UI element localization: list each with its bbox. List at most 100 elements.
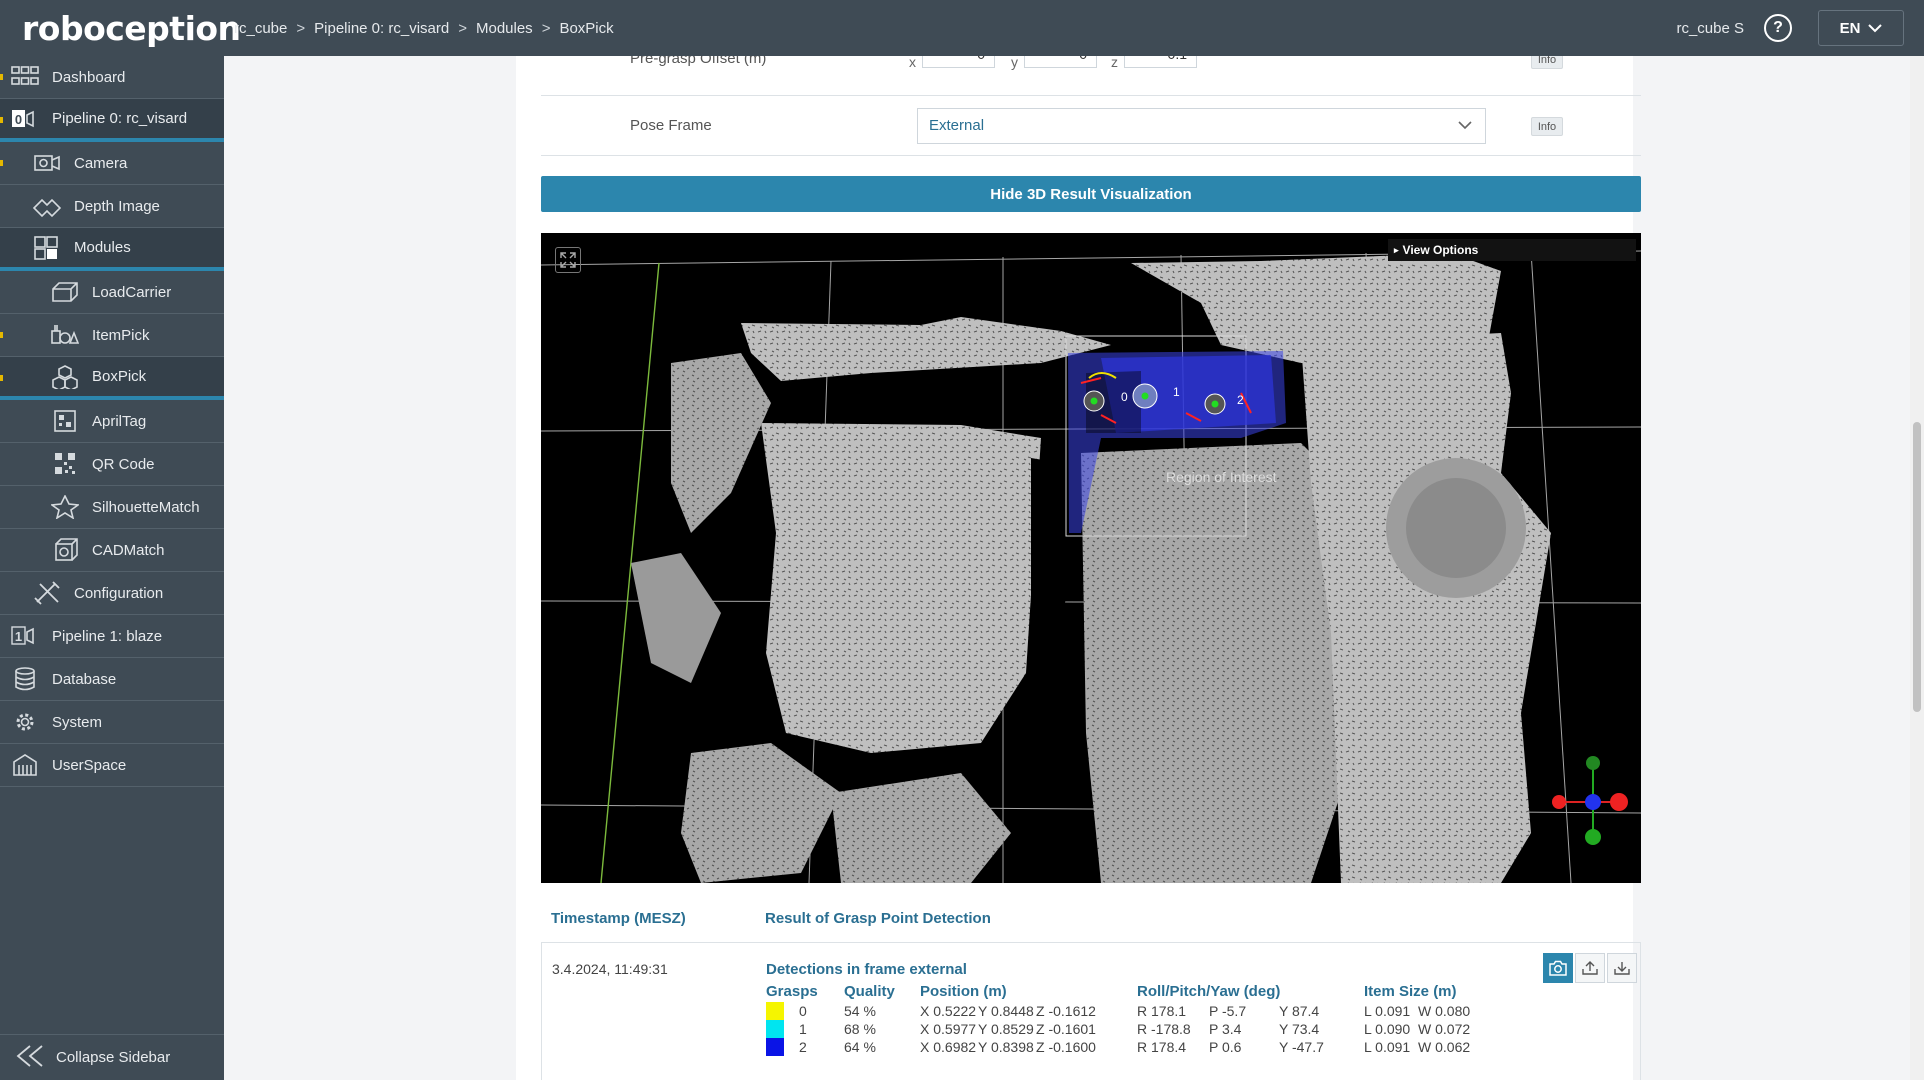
upload-button[interactable]	[1575, 953, 1605, 983]
hide-3d-visualization-button[interactable]: Hide 3D Result Visualization	[541, 176, 1641, 212]
breadcrumb-modules[interactable]: Modules	[476, 20, 533, 37]
breadcrumb-separator: >	[541, 19, 551, 37]
help-icon[interactable]: ?	[1764, 14, 1792, 42]
sidebar: Dashboard 0 Pipeline 0: rc_visard Camera…	[0, 56, 224, 1080]
x-label: x	[909, 56, 916, 70]
sidebar-item-loadcarrier[interactable]: LoadCarrier	[0, 271, 224, 314]
timestamp-header: Timestamp (MESZ)	[551, 910, 686, 927]
modules-icon	[32, 235, 62, 261]
grasp-label-0: 0	[1121, 390, 1128, 404]
top-bar: roboception rc_cube > Pipeline 0: rc_vis…	[0, 0, 1924, 56]
language-select[interactable]: EN	[1818, 10, 1904, 46]
col-item-size: Item Size (m)	[1364, 983, 1457, 1000]
chevron-down-icon	[1868, 23, 1883, 32]
boxpick-icon	[50, 364, 80, 390]
apriltag-icon	[50, 408, 80, 434]
download-button[interactable]	[1607, 953, 1637, 983]
sidebar-item-label: BoxPick	[92, 368, 147, 385]
svg-text:1: 1	[15, 629, 22, 644]
yaw: Y 73.4	[1279, 1021, 1320, 1037]
pregrasp-info-button[interactable]: Info	[1531, 56, 1563, 69]
item-width: W 0.072	[1418, 1021, 1471, 1037]
system-gear-icon	[10, 709, 40, 735]
item-width: W 0.062	[1418, 1039, 1471, 1055]
grasp-color-swatch	[766, 1002, 784, 1020]
grasp-id: 1	[799, 1021, 807, 1037]
sidebar-item-configuration[interactable]: Configuration	[0, 572, 224, 615]
sidebar-item-label: Pipeline 0: rc_visard	[52, 110, 188, 127]
view-options-toggle[interactable]: ▸ View Options	[1388, 239, 1636, 261]
sidebar-item-label: SilhouetteMatch	[92, 498, 200, 516]
col-quality: Quality	[844, 983, 895, 1000]
pose-frame-info-button[interactable]: Info	[1531, 117, 1563, 136]
sidebar-item-label: Database	[52, 670, 117, 688]
sidebar-item-boxpick[interactable]: BoxPick	[0, 357, 224, 400]
pitch: P -5.7	[1209, 1003, 1247, 1019]
grasp-color-swatch	[766, 1038, 784, 1056]
pose-frame-value: External	[929, 117, 985, 134]
breadcrumb-pipeline-0[interactable]: Pipeline 0: rc_visard	[314, 20, 449, 37]
status-marker	[0, 117, 3, 123]
item-length: L 0.091	[1364, 1003, 1411, 1019]
pregrasp-x-input[interactable]: 0	[922, 56, 995, 68]
position-x: X 0.6982	[920, 1039, 977, 1055]
sidebar-item-modules[interactable]: Modules	[0, 228, 224, 271]
breadcrumb-rc-cube[interactable]: rc_cube	[234, 20, 287, 37]
sidebar-item-camera[interactable]: Camera	[0, 142, 224, 185]
pregrasp-z-input[interactable]: -0.1	[1124, 56, 1197, 68]
status-marker	[0, 160, 3, 166]
sidebar-item-label: QR Code	[92, 455, 155, 473]
sidebar-item-dashboard[interactable]: Dashboard	[0, 56, 224, 99]
userspace-icon	[10, 752, 40, 778]
collapse-sidebar-button[interactable]: Collapse Sidebar	[0, 1034, 224, 1080]
position-z: Z -0.1600	[1036, 1039, 1096, 1055]
sidebar-item-pipeline-0[interactable]: 0 Pipeline 0: rc_visard	[0, 99, 224, 142]
grasp-quality: 68 %	[844, 1021, 876, 1037]
capture-camera-button[interactable]	[1543, 953, 1573, 983]
z-label: z	[1111, 56, 1118, 70]
sidebar-item-userspace[interactable]: UserSpace	[0, 744, 224, 787]
svg-text:0: 0	[15, 112, 22, 127]
silhouettematch-icon	[50, 494, 80, 520]
sidebar-item-label: CADMatch	[92, 541, 165, 559]
position-y: Y 0.8529	[978, 1021, 1034, 1037]
sidebar-item-label: ItemPick	[92, 326, 150, 344]
sidebar-item-label: Pipeline 1: blaze	[52, 627, 163, 645]
pitch: P 3.4	[1209, 1021, 1242, 1037]
sidebar-item-label: Dashboard	[52, 68, 126, 86]
3d-result-viewer[interactable]: 0 1 2 Region of Interest ▸ View Options	[541, 233, 1641, 883]
sidebar-item-label: UserSpace	[52, 756, 127, 774]
fullscreen-icon[interactable]	[555, 247, 581, 273]
sidebar-item-silhouettematch[interactable]: SilhouetteMatch	[0, 486, 224, 529]
page-scrollbar[interactable]	[1910, 56, 1924, 1080]
sidebar-item-system[interactable]: System	[0, 701, 224, 744]
result-header: Result of Grasp Point Detection	[765, 910, 991, 927]
roll: R 178.4	[1137, 1039, 1187, 1055]
itempick-icon	[50, 322, 80, 348]
scrollbar-thumb[interactable]	[1913, 422, 1921, 712]
sidebar-item-label: Camera	[74, 154, 128, 172]
sidebar-item-pipeline-1[interactable]: 1 Pipeline 1: blaze	[0, 615, 224, 658]
qr-code-icon	[50, 451, 80, 477]
pregrasp-y-input[interactable]: 0	[1024, 56, 1097, 68]
sidebar-item-database[interactable]: Database	[0, 658, 224, 701]
grasp-id: 0	[799, 1003, 807, 1019]
detection-results: 3.4.2024, 11:49:31 Detections in frame e…	[541, 942, 1641, 1080]
sidebar-item-cadmatch[interactable]: CADMatch	[0, 529, 224, 572]
item-width: W 0.080	[1418, 1003, 1471, 1019]
sidebar-item-itempick[interactable]: ItemPick	[0, 314, 224, 357]
sidebar-item-apriltag[interactable]: AprilTag	[0, 400, 224, 443]
sidebar-item-depth-image[interactable]: Depth Image	[0, 185, 224, 228]
sidebar-item-qr-code[interactable]: QR Code	[0, 443, 224, 486]
roll: R -178.8	[1137, 1021, 1191, 1037]
brand-logo[interactable]: roboception	[0, 9, 241, 48]
pose-frame-select[interactable]: External	[917, 108, 1486, 144]
grasp-label-2: 2	[1237, 393, 1244, 407]
grasp-quality: 64 %	[844, 1039, 876, 1055]
download-icon	[1614, 962, 1630, 975]
header-actions: rc_cube S ? EN	[1676, 0, 1924, 56]
pitch: P 0.6	[1209, 1039, 1242, 1055]
position-x: X 0.5222	[920, 1003, 977, 1019]
sidebar-item-label: AprilTag	[92, 412, 147, 430]
col-grasps: Grasps	[766, 983, 818, 1000]
